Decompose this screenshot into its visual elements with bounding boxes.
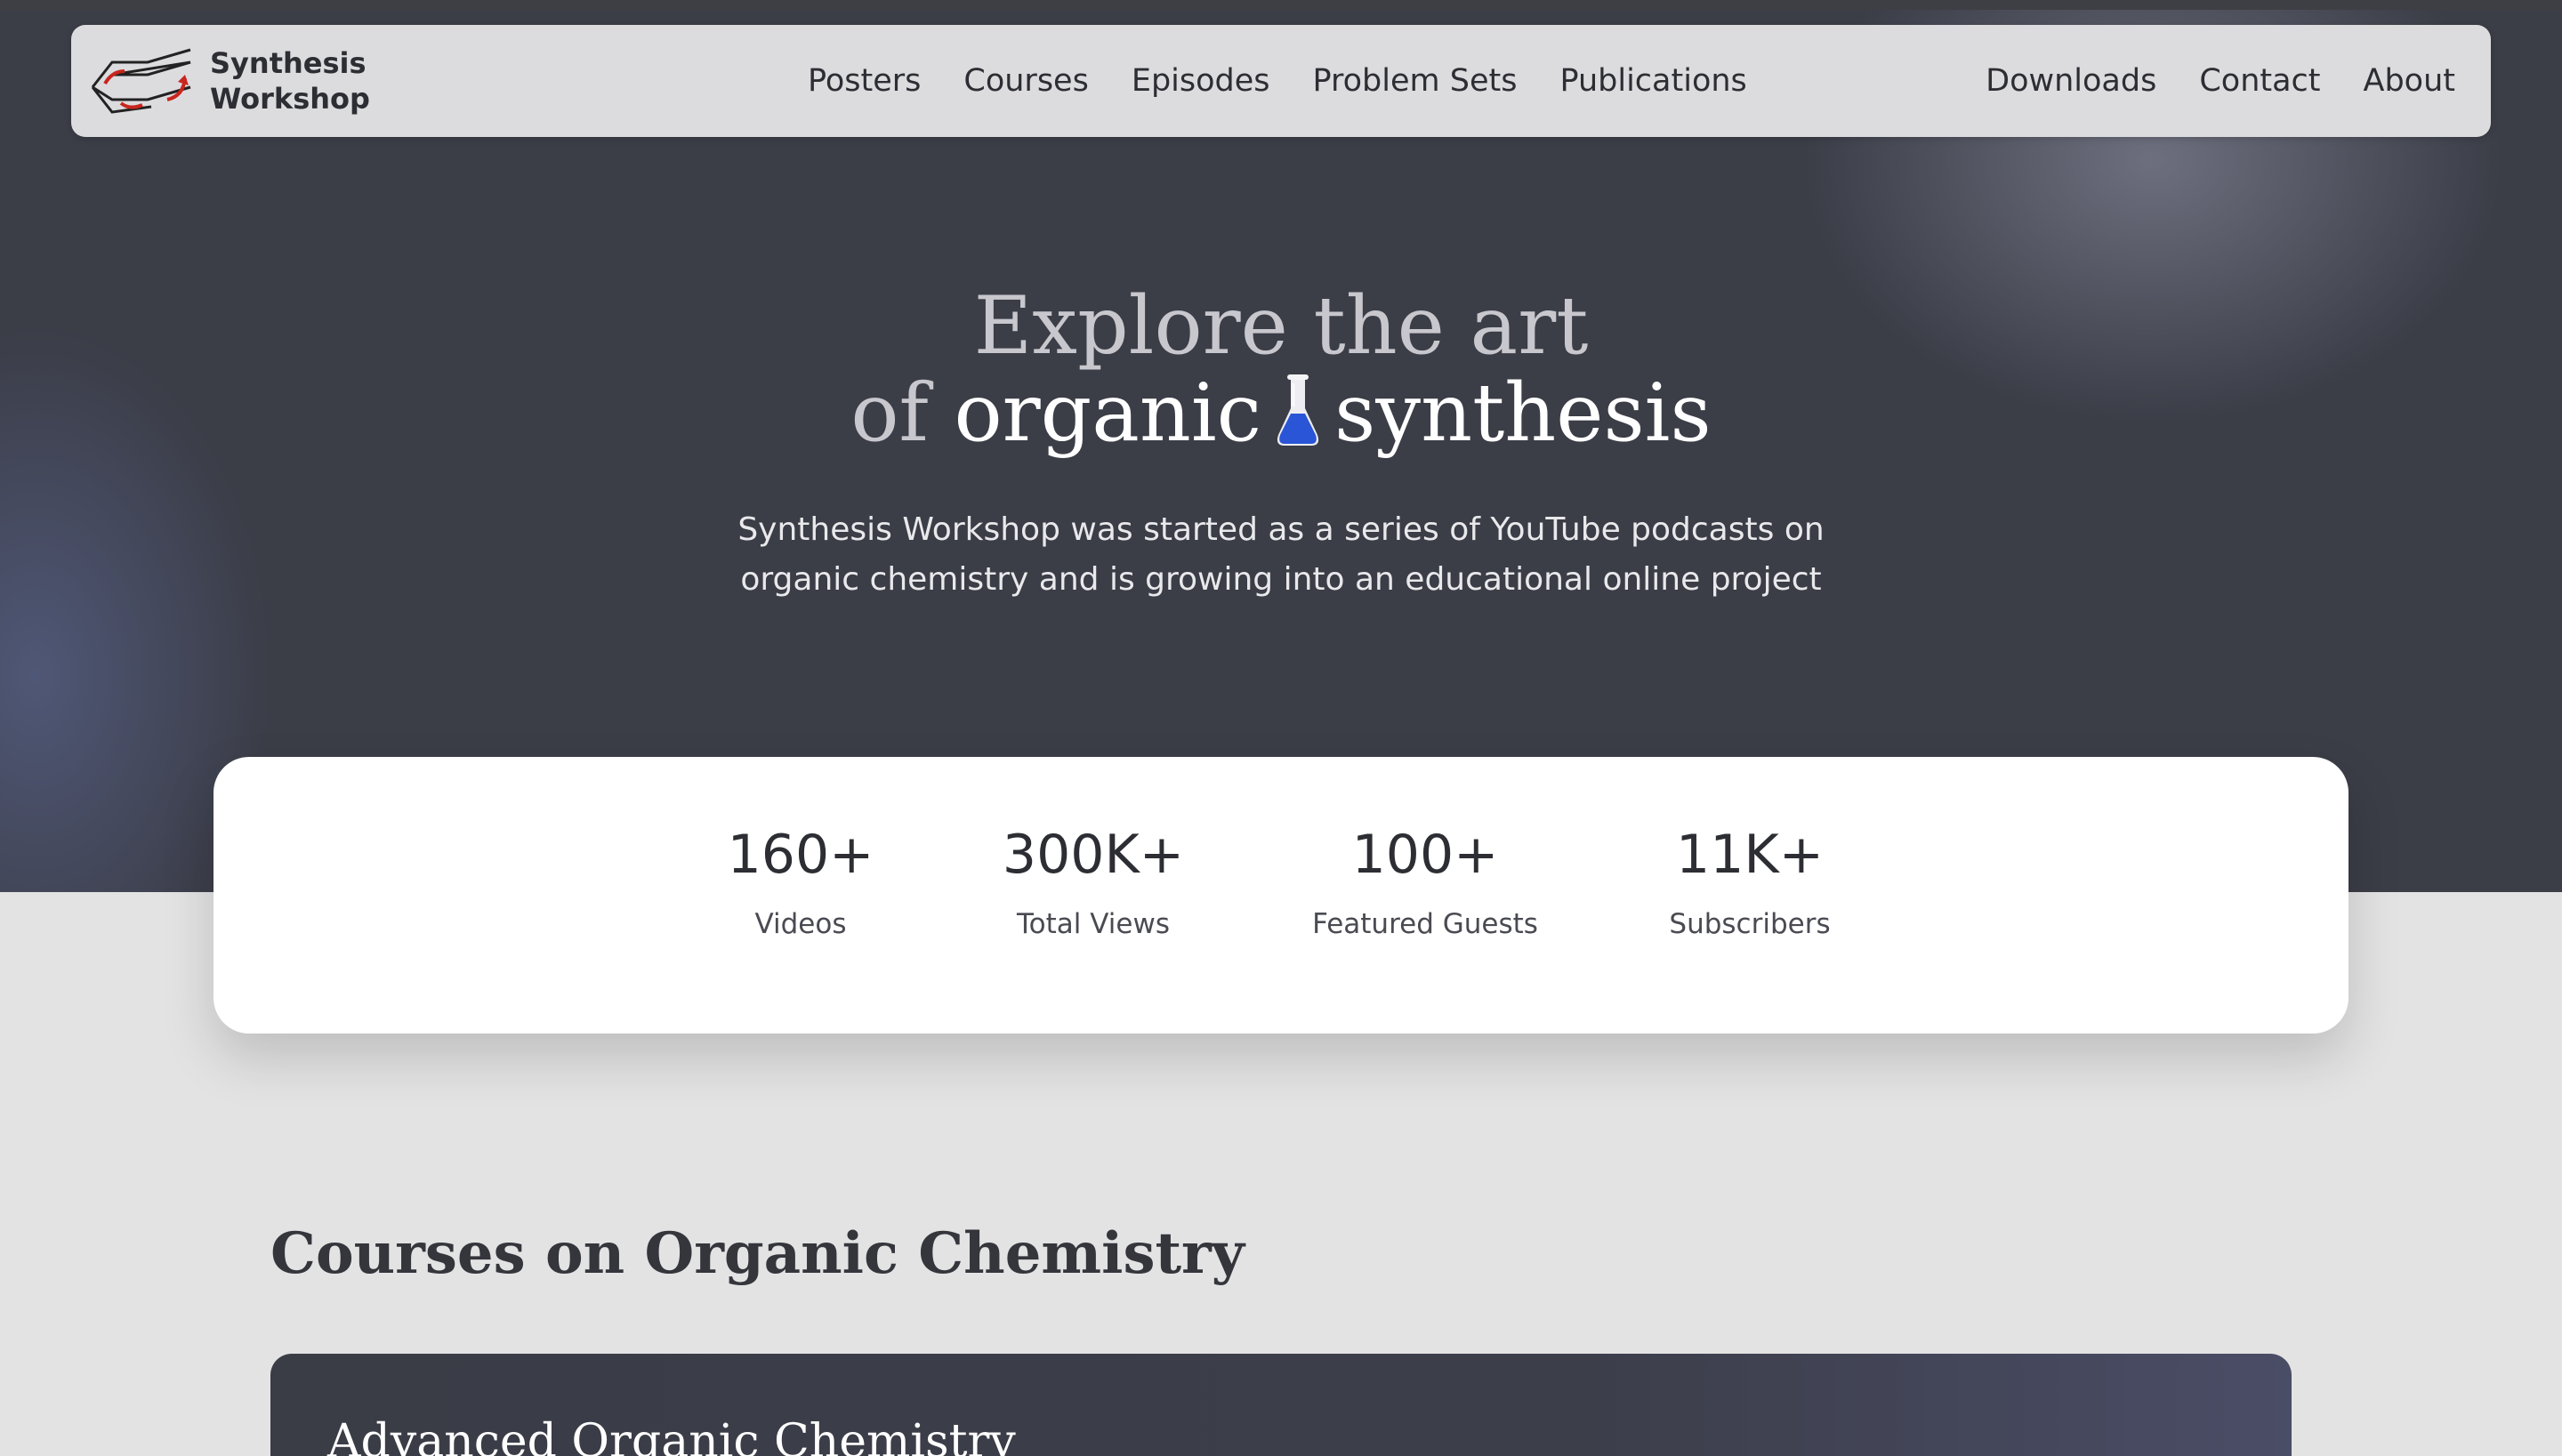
stats-card: 160+ Videos 300K+ Total Views 100+ Featu… [214, 757, 2348, 1034]
stat-value: 300K+ [1002, 824, 1185, 886]
hero-title-line1: Explore the art [973, 279, 1589, 373]
nav-link-downloads[interactable]: Downloads [1986, 59, 2156, 103]
courses-section-title: Courses on Organic Chemistry [270, 1220, 1245, 1287]
hero-subtitle-line2: organic chemistry and is growing into an… [740, 561, 1822, 598]
hero-title: Explore the art of organic synthesis [0, 283, 2562, 457]
hero-title-of: of [850, 366, 929, 460]
brand-name-line1: Synthesis [210, 46, 367, 80]
brand-home-link[interactable]: Synthesis Workshop [85, 44, 370, 117]
nav-link-courses[interactable]: Courses [963, 59, 1088, 103]
secondary-nav: Downloads Contact About [1964, 59, 2455, 103]
stat-value: 160+ [727, 824, 874, 886]
nav-link-contact[interactable]: Contact [2199, 59, 2320, 103]
course-card[interactable]: Advanced Organic Chemistry [270, 1354, 2292, 1456]
hero-title-line2: of organic synthesis [0, 370, 2562, 457]
nav-link-about[interactable]: About [2364, 59, 2455, 103]
stat-value: 100+ [1351, 824, 1499, 886]
stat-videos: 160+ Videos [658, 819, 943, 944]
navbar: Synthesis Workshop Posters Courses Episo… [71, 25, 2491, 137]
stat-total-views: 300K+ Total Views [951, 819, 1236, 944]
top-border [0, 0, 2562, 10]
stat-label: Featured Guests [1312, 908, 1538, 940]
hero-title-synthesis: synthesis [1334, 366, 1712, 460]
nav-link-episodes[interactable]: Episodes [1132, 59, 1270, 103]
hero-subtitle: Synthesis Workshop was started as a seri… [703, 505, 1859, 605]
stat-value: 11K+ [1676, 824, 1824, 886]
course-card-title: Advanced Organic Chemistry [327, 1415, 1016, 1456]
stat-subscribers: 11K+ Subscribers [1607, 819, 1892, 944]
stat-featured-guests: 100+ Featured Guests [1283, 819, 1567, 944]
nav-link-publications[interactable]: Publications [1559, 59, 1746, 103]
stat-label: Subscribers [1669, 908, 1831, 940]
brand-name: Synthesis Workshop [210, 45, 370, 117]
primary-nav: Posters Courses Episodes Problem Sets Pu… [808, 59, 1768, 103]
stat-label: Videos [754, 908, 847, 940]
cyclohexane-logo-icon [91, 48, 191, 114]
brand-name-line2: Workshop [210, 82, 370, 116]
hero-title-organic: organic [954, 366, 1262, 460]
nav-link-posters[interactable]: Posters [808, 59, 921, 103]
stat-label: Total Views [1017, 908, 1170, 940]
hero-subtitle-line1: Synthesis Workshop was started as a seri… [737, 511, 1825, 548]
nav-link-problem-sets[interactable]: Problem Sets [1313, 59, 1518, 103]
flask-icon [1274, 373, 1322, 447]
